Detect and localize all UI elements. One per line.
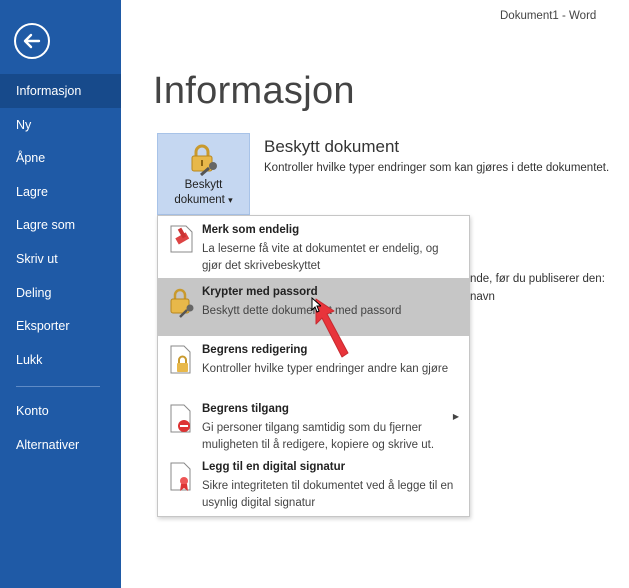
lock-key-icon (170, 288, 194, 318)
inspect-description-fragment: nde, før du publiserer den: (470, 273, 605, 285)
back-arrow-icon (23, 33, 41, 49)
nav-item-eksporter[interactable]: Eksporter (0, 309, 121, 343)
menu-item-description: Sikre integriteten til dokumentet ved å … (202, 480, 454, 509)
menu-item-title: Begrens redigering (202, 344, 308, 356)
menu-item-title: Legg til en digital signatur (202, 461, 346, 473)
menu-item-description: Kontroller hvilke typer endringer andre … (202, 363, 449, 375)
digital-signature-icon (170, 462, 191, 491)
menu-item-description: Gi personer tilgang samtidig som du fjer… (202, 422, 435, 451)
nav-item-deling[interactable]: Deling (0, 276, 121, 310)
protect-section-heading: Beskytt dokument (264, 137, 400, 156)
nav-item-informasjon[interactable]: Informasjon (0, 74, 121, 108)
nav-item-ny[interactable]: Ny (0, 108, 121, 142)
window-title: Dokument1 - Word (500, 10, 597, 22)
menu-item-digital-signature[interactable]: Legg til en digital signatur Sikre integ… (158, 456, 469, 516)
backstage-sidebar: Informasjon Ny Åpne Lagre Lagre som Skri… (0, 0, 121, 588)
nav-item-lagre[interactable]: Lagre (0, 175, 121, 209)
back-button[interactable] (14, 23, 50, 59)
nav-item-lagre-som[interactable]: Lagre som (0, 208, 121, 242)
nav-item-skriv-ut[interactable]: Skriv ut (0, 242, 121, 276)
nav-item-konto[interactable]: Konto (0, 394, 121, 428)
submenu-arrow-icon: ▶ (452, 412, 459, 421)
menu-item-title: Merk som endelig (202, 224, 300, 236)
menu-item-title: Begrens tilgang (202, 403, 289, 415)
protect-document-button[interactable]: Beskytt dokument ▾ (157, 133, 250, 215)
chevron-down-icon: ▾ (228, 195, 233, 205)
protect-tile-label-line1: Beskytt (184, 179, 223, 191)
restrict-access-icon (170, 404, 191, 433)
protect-tile-label-line2: dokument (174, 194, 225, 206)
menu-item-title: Krypter med passord (202, 286, 318, 298)
menu-item-restrict-access[interactable]: Begrens tilgang Gi personer tilgang samt… (158, 398, 469, 456)
nav-item-apne[interactable]: Åpne (0, 141, 121, 175)
nav-item-lukk[interactable]: Lukk (0, 343, 121, 377)
protect-section-description: Kontroller hvilke typer endringer som ka… (264, 162, 610, 174)
mouse-cursor-icon (311, 297, 321, 313)
nav-item-alternativer[interactable]: Alternativer (0, 428, 121, 462)
page-title: Informasjon (153, 70, 355, 112)
lock-key-icon (191, 144, 217, 176)
menu-item-description: La leserne få vite at dokumentet er ende… (202, 243, 439, 272)
mark-final-icon (170, 225, 193, 253)
protect-document-menu: Merk som endelig La leserne få vite at d… (157, 215, 470, 517)
inspect-list-fragment: navn (470, 291, 495, 303)
nav-divider (16, 386, 100, 387)
restrict-editing-icon (170, 345, 191, 374)
menu-item-mark-final[interactable]: Merk som endelig La leserne få vite at d… (158, 216, 469, 278)
